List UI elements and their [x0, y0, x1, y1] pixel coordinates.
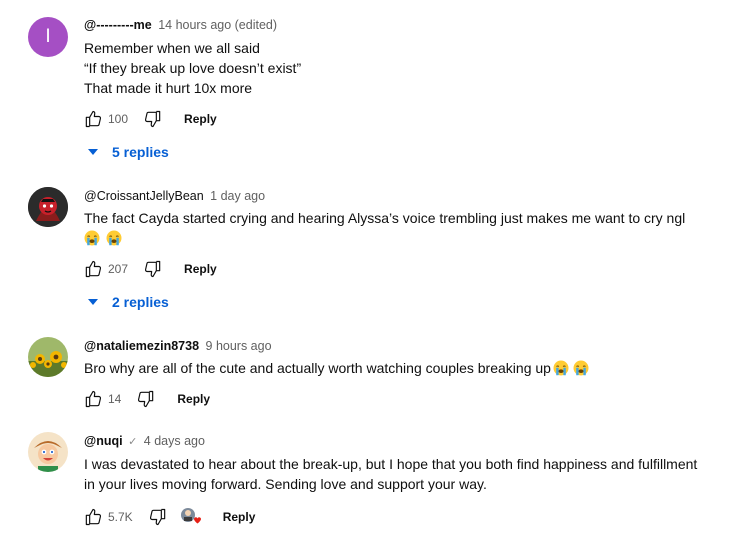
- thumbs-down-icon: [136, 389, 156, 409]
- thumbs-up-icon: [83, 259, 103, 279]
- avatar-image: [28, 432, 68, 472]
- thumbs-down-icon: [148, 507, 168, 527]
- avatar-image: [28, 337, 68, 377]
- thumbs-up-icon: [83, 507, 103, 527]
- timestamp[interactable]: 9 hours ago: [206, 339, 272, 353]
- avatar[interactable]: [28, 432, 68, 472]
- avatar[interactable]: I: [28, 17, 68, 57]
- like-count: 14: [108, 392, 122, 406]
- comment-line: Bro why are all of the cute and actually…: [84, 360, 551, 376]
- reply-button[interactable]: Reply: [184, 112, 217, 126]
- comment-header: @CroissantJellyBean 1 day ago: [84, 189, 265, 203]
- like-count: 5.7K: [108, 510, 133, 524]
- dislike-button[interactable]: [147, 506, 169, 528]
- thumbs-down-icon: [143, 109, 163, 129]
- author-name[interactable]: @nuqi: [84, 434, 123, 448]
- comment-actions: 100 Reply: [82, 108, 217, 130]
- author-name[interactable]: @CroissantJellyBean: [84, 189, 204, 203]
- timestamp[interactable]: 4 days ago: [144, 434, 205, 448]
- emoji-row: [84, 228, 685, 248]
- comment-line: in your lives moving forward. Sending lo…: [84, 476, 487, 492]
- comment-header: @nuqi ✓ 4 days ago: [84, 434, 205, 448]
- avatar-image: [28, 187, 68, 227]
- loudly-crying-face-icon: [573, 360, 589, 376]
- comment-line-with-emoji: Bro why are all of the cute and actually…: [84, 358, 589, 378]
- comment-header: @nataliemezin8738 9 hours ago: [84, 339, 272, 353]
- comment-header: @---------me 14 hours ago (edited): [84, 18, 277, 32]
- thumbs-up-icon: [83, 389, 103, 409]
- comment-line: I was devastated to hear about the break…: [84, 456, 698, 472]
- loudly-crying-face-icon: [84, 230, 100, 246]
- loudly-crying-face-icon: [553, 360, 569, 376]
- dislike-button[interactable]: [135, 388, 157, 410]
- replies-label: 5 replies: [112, 144, 169, 160]
- comment-text: Bro why are all of the cute and actually…: [84, 358, 589, 378]
- comment-line: That made it hurt 10x more: [84, 80, 253, 96]
- timestamp[interactable]: 1 day ago: [210, 189, 265, 203]
- like-button[interactable]: [82, 506, 104, 528]
- author-name[interactable]: @---------me: [84, 18, 152, 32]
- verified-check-icon: ✓: [128, 436, 138, 448]
- caret-down-icon: [88, 149, 98, 155]
- timestamp[interactable]: 14 hours ago (edited): [158, 18, 277, 32]
- reply-button[interactable]: Reply: [223, 510, 256, 524]
- dislike-button[interactable]: [142, 258, 164, 280]
- like-button[interactable]: [82, 108, 104, 130]
- dislike-button[interactable]: [142, 108, 164, 130]
- avatar[interactable]: [28, 337, 68, 377]
- like-button[interactable]: [82, 258, 104, 280]
- comment-line: Remember when we all said: [84, 40, 260, 56]
- comment-actions: 207 Reply: [82, 258, 217, 280]
- like-count: 100: [108, 112, 129, 126]
- avatar[interactable]: [28, 187, 68, 227]
- view-replies-button[interactable]: 2 replies: [88, 294, 169, 310]
- author-name[interactable]: @nataliemezin8738: [84, 339, 199, 353]
- loudly-crying-face-icon: [106, 230, 122, 246]
- caret-down-icon: [88, 299, 98, 305]
- like-button[interactable]: [82, 388, 104, 410]
- comment-line: “If they break up love doesn’t exist”: [84, 60, 302, 76]
- reply-button[interactable]: Reply: [184, 262, 217, 276]
- comment-line: The fact Cayda started crying and hearin…: [84, 210, 686, 226]
- reply-button[interactable]: Reply: [177, 392, 210, 406]
- comment-text: The fact Cayda started crying and hearin…: [84, 208, 685, 248]
- creator-avatar-heart: [180, 508, 201, 524]
- view-replies-button[interactable]: 5 replies: [88, 144, 169, 160]
- comment-text: I was devastated to hear about the break…: [84, 454, 697, 494]
- avatar-letter: I: [45, 26, 51, 47]
- replies-label: 2 replies: [112, 294, 169, 310]
- comment-text: Remember when we all said “If they break…: [84, 38, 301, 98]
- like-count: 207: [108, 262, 129, 276]
- comment-actions: 14 Reply: [82, 388, 210, 410]
- thumbs-down-icon: [143, 259, 163, 279]
- creator-heart-icon: [179, 506, 203, 528]
- thumbs-up-icon: [83, 109, 103, 129]
- comment-actions: 5.7K Reply: [82, 506, 255, 528]
